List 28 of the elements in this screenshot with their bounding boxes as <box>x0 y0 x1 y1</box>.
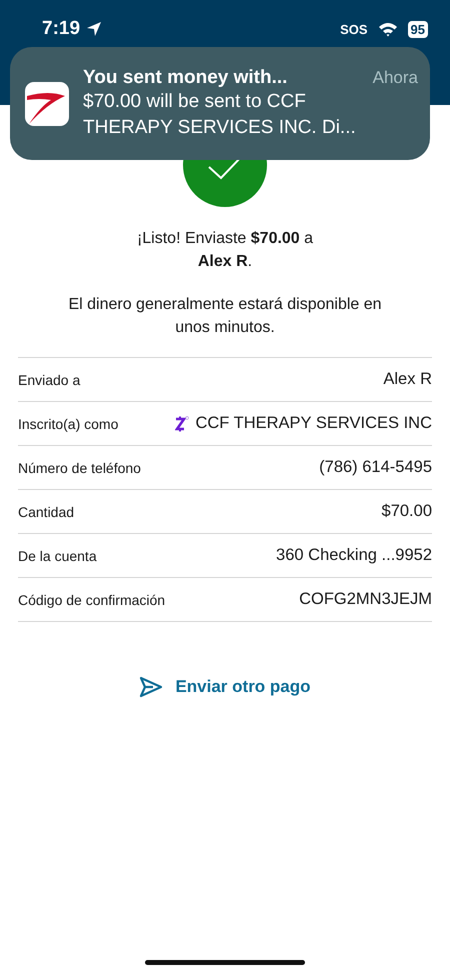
location-arrow-icon <box>86 21 102 37</box>
detail-value: Alex R <box>383 370 432 389</box>
notification-body: $70.00 will be sent to CCF THERAPY SERVICES INC. Di... <box>83 90 357 140</box>
detail-value: $70.00 <box>382 502 432 521</box>
app-icon <box>25 82 69 126</box>
zelle-z-icon <box>175 416 190 432</box>
send-icon <box>139 676 164 698</box>
notification-time: Ahora <box>372 68 418 88</box>
sos-indicator: SOS <box>340 22 368 36</box>
success-check-icon <box>183 160 267 207</box>
detail-value: COFG2MN3JEJM <box>299 590 432 609</box>
battery-level: 95 <box>408 20 428 38</box>
detail-label: Cantidad <box>18 504 74 520</box>
detail-value: 360 Checking ...9952 <box>276 546 432 565</box>
detail-label: Inscrito(a) como <box>18 416 118 432</box>
send-another-payment-link[interactable]: Enviar otro pago <box>135 674 315 700</box>
notification-banner[interactable]: You sent money with... Ahora $70.00 will be sent to CCF THERAPY SERVICES INC. Di... <box>10 47 430 160</box>
detail-label: Enviado a <box>18 372 80 388</box>
status-time: 7:19 <box>42 18 80 40</box>
detail-value: (786) 614-5495 <box>319 458 432 477</box>
detail-label: Número de teléfono <box>18 460 141 476</box>
wifi-icon <box>378 22 398 36</box>
notification-title: You sent money with... <box>83 66 288 88</box>
success-message: ¡Listo! Enviaste $70.00 a Alex R. <box>136 229 314 272</box>
detail-value: CCF THERAPY SERVICES INC <box>195 414 432 433</box>
detail-label: De la cuenta <box>18 548 97 564</box>
detail-label: Código de confirmación <box>18 592 166 608</box>
availability-note: El dinero generalmente estará disponible en unos minutos. <box>67 295 383 338</box>
